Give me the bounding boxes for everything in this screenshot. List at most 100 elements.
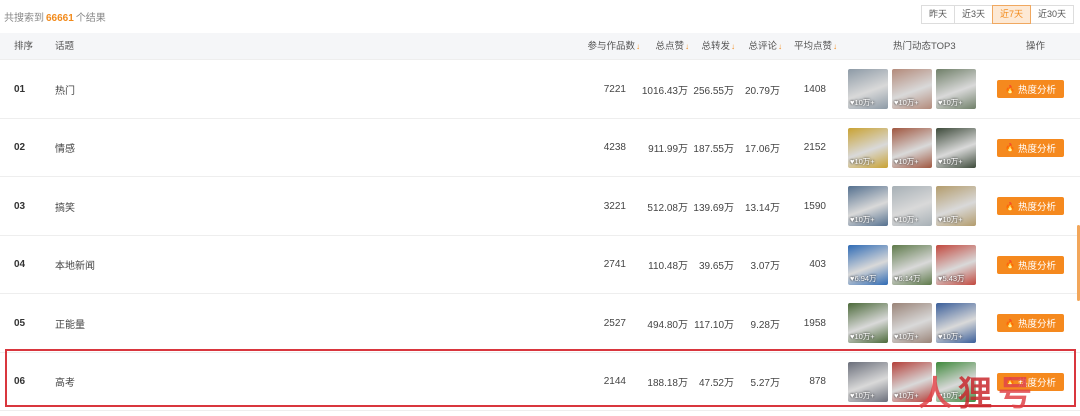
header-avg-likes[interactable]: 平均点赞↓ <box>794 33 837 60</box>
top3-thumbnails: ♥10万+ ♥10万+ ♥10万+ <box>848 60 976 118</box>
header-rank: 排序 <box>14 41 34 52</box>
row-comments: 3.07万 <box>750 261 780 272</box>
header-shares[interactable]: 总转发↓ <box>701 33 735 60</box>
row-topic[interactable]: 本地新闻 <box>55 236 95 294</box>
row-shares: 47.52万 <box>698 378 734 389</box>
sort-icon: ↓ <box>778 42 782 51</box>
heat-analysis-button[interactable]: 🔥 热度分析 <box>997 197 1064 215</box>
row-shares: 39.65万 <box>698 261 734 272</box>
row-works: 2144 <box>603 376 626 387</box>
row-comments: 9.28万 <box>750 319 780 331</box>
top-post-thumbnail[interactable]: ♥6.94万 <box>848 244 888 285</box>
top-post-thumbnail[interactable]: ♥10万+ <box>848 69 888 109</box>
table-header: 排序 话题 参与作品数↓ 总点赞↓ 总转发↓ 总评论↓ 平均点赞↓ 热门动态TO… <box>0 33 1080 60</box>
heat-analysis-label: 热度分析 <box>1017 143 1056 155</box>
top-post-thumbnail[interactable]: ♥10万+ <box>848 303 888 343</box>
topic-ranking-table: 排序 话题 参与作品数↓ 总点赞↓ 总转发↓ 总评论↓ 平均点赞↓ 热门动态TO… <box>0 33 1080 411</box>
row-rank: 02 <box>14 142 26 153</box>
like-count-badge: ♥6.94万 <box>850 273 877 283</box>
watermark-char: 号 <box>998 374 1032 414</box>
row-rank: 01 <box>14 83 26 95</box>
header-comments[interactable]: 总评论↓ <box>748 33 782 60</box>
header-works[interactable]: 参与作品数↓ <box>587 33 640 60</box>
row-avg-likes: 878 <box>809 376 826 387</box>
row-works: 4238 <box>603 142 626 153</box>
top-post-thumbnail[interactable]: ♥10万+ <box>936 303 976 343</box>
heat-analysis-button[interactable]: 🔥 热度分析 <box>997 80 1064 98</box>
heat-analysis-button[interactable]: 🔥 热度分析 <box>997 255 1064 274</box>
row-action: 🔥 热度分析 <box>997 60 1064 118</box>
range-3days-button[interactable]: 近3天 <box>953 5 993 24</box>
row-avg-likes: 1408 <box>803 83 826 95</box>
summary-suffix: 个结果 <box>75 13 106 24</box>
top-post-thumbnail[interactable]: ♥10万+ <box>848 127 888 168</box>
row-works: 2527 <box>603 317 626 329</box>
row-action: 🔥 热度分析 <box>997 294 1064 352</box>
date-range-selector: 昨天 近3天 近7天 近30天 <box>920 5 1074 24</box>
row-works: 7221 <box>603 83 626 95</box>
header-action: 操作 <box>1026 41 1046 52</box>
row-action: 🔥 热度分析 <box>997 236 1064 294</box>
row-comments: 17.06万 <box>744 144 780 155</box>
fire-icon: 🔥 <box>1005 143 1015 152</box>
fire-icon: 🔥 <box>1005 318 1015 328</box>
summary-prefix: 共搜索到 <box>4 13 44 24</box>
watermark-char: 人 <box>918 374 952 414</box>
top3-thumbnails: ♥10万+ ♥10万+ ♥10万+ <box>848 119 976 177</box>
row-comments: 5.27万 <box>750 378 780 389</box>
scrollbar[interactable] <box>1076 60 1080 416</box>
heat-analysis-button[interactable]: 🔥 热度分析 <box>997 138 1064 157</box>
row-likes: 188.18万 <box>647 378 688 389</box>
row-works: 3221 <box>603 200 626 212</box>
row-rank: 06 <box>14 376 26 387</box>
row-topic[interactable]: 热门 <box>55 60 75 118</box>
row-rank: 04 <box>14 259 26 270</box>
heat-analysis-button[interactable]: 🔥 热度分析 <box>997 314 1064 332</box>
like-count-badge: ♥10万+ <box>938 332 963 341</box>
top-post-thumbnail[interactable]: ♥10万+ <box>936 69 976 109</box>
header-topic: 话题 <box>55 41 75 52</box>
row-topic[interactable]: 正能量 <box>55 294 85 352</box>
top-post-thumbnail[interactable]: ♥10万+ <box>848 186 888 226</box>
top-post-thumbnail[interactable]: ♥10万+ <box>892 127 932 168</box>
row-rank: 03 <box>14 200 26 212</box>
top-post-thumbnail[interactable]: ♥5.43万 <box>936 244 976 285</box>
top-post-thumbnail[interactable]: ♥10万+ <box>892 186 932 226</box>
row-shares: 256.55万 <box>693 85 734 97</box>
top-post-thumbnail[interactable]: ♥10万+ <box>848 361 888 402</box>
header-top3: 热门动态TOP3 <box>893 41 956 52</box>
top-post-thumbnail[interactable]: ♥10万+ <box>936 186 976 226</box>
top-post-thumbnail[interactable]: ♥10万+ <box>892 69 932 109</box>
top-post-thumbnail[interactable]: ♥10万+ <box>892 303 932 343</box>
range-yesterday-button[interactable]: 昨天 <box>920 5 955 24</box>
like-count-badge: ♥10万+ <box>850 332 875 341</box>
row-action: 🔥 热度分析 <box>997 177 1064 235</box>
range-7days-button[interactable]: 近7天 <box>991 5 1031 24</box>
header-likes[interactable]: 总点赞↓ <box>655 33 689 60</box>
table-body: 01 热门 7221 1016.43万 256.55万 20.79万 1408 ♥10万+ ♥1… <box>0 60 1080 411</box>
row-topic[interactable]: 搞笑 <box>55 177 75 235</box>
row-comments: 13.14万 <box>744 202 780 214</box>
sort-icon: ↓ <box>636 42 640 51</box>
sort-icon: ↓ <box>731 42 735 51</box>
fire-icon: 🔥 <box>1005 260 1015 269</box>
table-row: 04 本地新闻 2741 110.48万 39.65万 3.07万 403 ♥6.94万 ♥6.… <box>0 236 1080 294</box>
row-topic[interactable]: 高考 <box>55 353 75 411</box>
row-likes: 110.48万 <box>648 261 688 272</box>
row-shares: 139.69万 <box>693 202 734 214</box>
like-count-badge: ♥6.14万 <box>894 273 921 283</box>
watermark-char: 狸 <box>958 374 992 414</box>
row-action: 🔥 热度分析 <box>997 119 1064 177</box>
row-avg-likes: 1958 <box>803 317 826 329</box>
top-post-thumbnail[interactable]: ♥6.14万 <box>892 244 932 285</box>
row-likes: 911.99万 <box>648 144 688 155</box>
top-post-thumbnail[interactable]: ♥10万+ <box>936 127 976 168</box>
range-30days-button[interactable]: 近30天 <box>1029 5 1074 24</box>
row-shares: 117.10万 <box>694 319 734 331</box>
table-row: 02 情感 4238 911.99万 187.55万 17.06万 2152 ♥10万+ ♥10… <box>0 119 1080 177</box>
row-shares: 187.55万 <box>693 144 734 155</box>
row-topic[interactable]: 情感 <box>55 119 75 177</box>
fire-icon: 🔥 <box>1005 201 1015 211</box>
row-likes: 1016.43万 <box>641 85 688 97</box>
like-count-badge: ♥10万+ <box>894 98 919 107</box>
